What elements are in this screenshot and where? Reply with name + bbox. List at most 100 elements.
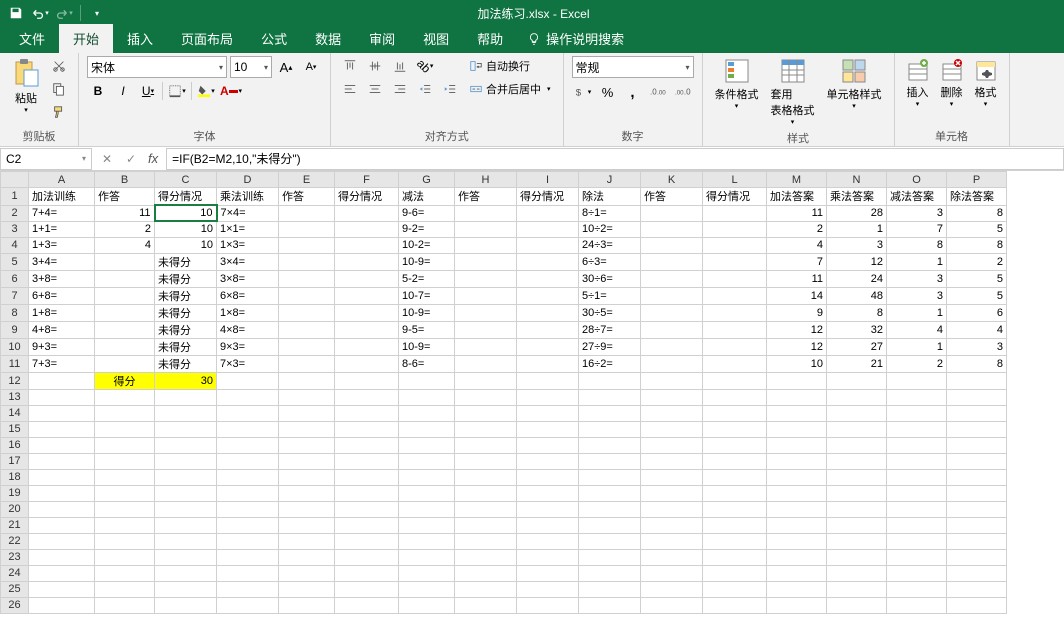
cell[interactable] — [155, 485, 217, 501]
fx-icon[interactable]: fx — [143, 151, 163, 166]
cell[interactable] — [217, 533, 279, 549]
cell[interactable] — [517, 304, 579, 321]
cell[interactable]: 9-6= — [399, 205, 455, 221]
cell[interactable] — [947, 501, 1007, 517]
cell[interactable] — [279, 389, 335, 405]
cell[interactable] — [455, 405, 517, 421]
cell[interactable] — [95, 597, 155, 613]
cell[interactable] — [947, 421, 1007, 437]
cell[interactable]: 14 — [767, 287, 827, 304]
cell[interactable] — [887, 453, 947, 469]
tab-home[interactable]: 开始 — [59, 24, 113, 53]
cell[interactable] — [279, 421, 335, 437]
cell[interactable]: 除法 — [579, 188, 641, 206]
cell[interactable] — [95, 485, 155, 501]
cell[interactable] — [641, 565, 703, 581]
cell[interactable] — [155, 581, 217, 597]
cell[interactable]: 6÷3= — [579, 253, 641, 270]
cell[interactable] — [399, 437, 455, 453]
cell[interactable] — [95, 581, 155, 597]
customize-qat-icon[interactable]: ▾ — [86, 2, 108, 24]
cell[interactable] — [335, 237, 399, 253]
row-header[interactable]: 8 — [1, 304, 29, 321]
tab-formula[interactable]: 公式 — [247, 24, 301, 53]
cell[interactable] — [827, 405, 887, 421]
cell[interactable]: 作答 — [641, 188, 703, 206]
cell[interactable] — [279, 270, 335, 287]
cell[interactable]: 作答 — [455, 188, 517, 206]
row-header[interactable]: 4 — [1, 237, 29, 253]
cell[interactable] — [887, 501, 947, 517]
column-header[interactable]: K — [641, 172, 703, 188]
cell[interactable]: 11 — [767, 205, 827, 221]
formula-input[interactable]: =IF(B2=M2,10,"未得分") — [166, 148, 1064, 170]
cell[interactable]: 10-9= — [399, 253, 455, 270]
cell[interactable] — [703, 237, 767, 253]
row-header[interactable]: 5 — [1, 253, 29, 270]
increase-font-icon[interactable]: A▴ — [275, 57, 297, 77]
cell[interactable]: 作答 — [279, 188, 335, 206]
cell[interactable] — [827, 597, 887, 613]
cell[interactable] — [29, 421, 95, 437]
border-icon[interactable]: ▾ — [166, 81, 188, 101]
cell[interactable] — [579, 469, 641, 485]
cell[interactable]: 24÷3= — [579, 237, 641, 253]
cell[interactable]: 4+8= — [29, 321, 95, 338]
cell[interactable]: 24 — [827, 270, 887, 287]
column-header[interactable]: O — [887, 172, 947, 188]
cell[interactable]: 未得分 — [155, 338, 217, 355]
cell[interactable] — [217, 501, 279, 517]
cell[interactable]: 3+4= — [29, 253, 95, 270]
cell[interactable] — [399, 485, 455, 501]
cell[interactable] — [947, 469, 1007, 485]
row-header[interactable]: 15 — [1, 421, 29, 437]
cell[interactable] — [827, 501, 887, 517]
row-header[interactable]: 24 — [1, 565, 29, 581]
cell[interactable]: 未得分 — [155, 355, 217, 372]
cell[interactable] — [641, 270, 703, 287]
cell[interactable] — [767, 485, 827, 501]
align-right-icon[interactable] — [389, 79, 411, 99]
cell[interactable]: 未得分 — [155, 321, 217, 338]
cell[interactable] — [95, 338, 155, 355]
cell[interactable] — [703, 421, 767, 437]
cell[interactable] — [335, 421, 399, 437]
cell[interactable] — [517, 437, 579, 453]
cell[interactable] — [29, 533, 95, 549]
cell[interactable]: 9+3= — [29, 338, 95, 355]
cell[interactable] — [335, 501, 399, 517]
cell[interactable] — [279, 205, 335, 221]
cut-icon[interactable] — [48, 56, 70, 76]
cell[interactable]: 加法答案 — [767, 188, 827, 206]
cell[interactable]: 1+8= — [29, 304, 95, 321]
cell[interactable] — [455, 597, 517, 613]
cell[interactable] — [641, 405, 703, 421]
cell[interactable]: 16÷2= — [579, 355, 641, 372]
cell[interactable] — [703, 565, 767, 581]
cell[interactable]: 4×8= — [217, 321, 279, 338]
cell[interactable]: 1×1= — [217, 221, 279, 237]
cell[interactable]: 得分情况 — [335, 188, 399, 206]
align-center-icon[interactable] — [364, 79, 386, 99]
tab-data[interactable]: 数据 — [301, 24, 355, 53]
cell[interactable] — [767, 437, 827, 453]
cell[interactable] — [95, 533, 155, 549]
cell[interactable] — [767, 549, 827, 565]
cell[interactable] — [217, 597, 279, 613]
cell[interactable] — [335, 453, 399, 469]
cell[interactable] — [641, 338, 703, 355]
merge-center-button[interactable]: 合并后居中▾ — [465, 79, 555, 99]
cell[interactable] — [95, 501, 155, 517]
cell[interactable]: 10 — [767, 355, 827, 372]
cell[interactable]: 4 — [767, 237, 827, 253]
cell[interactable] — [887, 485, 947, 501]
cell[interactable] — [155, 517, 217, 533]
cell[interactable]: 未得分 — [155, 270, 217, 287]
cell[interactable] — [703, 469, 767, 485]
cell[interactable] — [335, 565, 399, 581]
row-header[interactable]: 12 — [1, 372, 29, 389]
cell[interactable] — [887, 437, 947, 453]
cell[interactable]: 10-2= — [399, 237, 455, 253]
cell[interactable]: 3 — [887, 270, 947, 287]
row-header[interactable]: 25 — [1, 581, 29, 597]
